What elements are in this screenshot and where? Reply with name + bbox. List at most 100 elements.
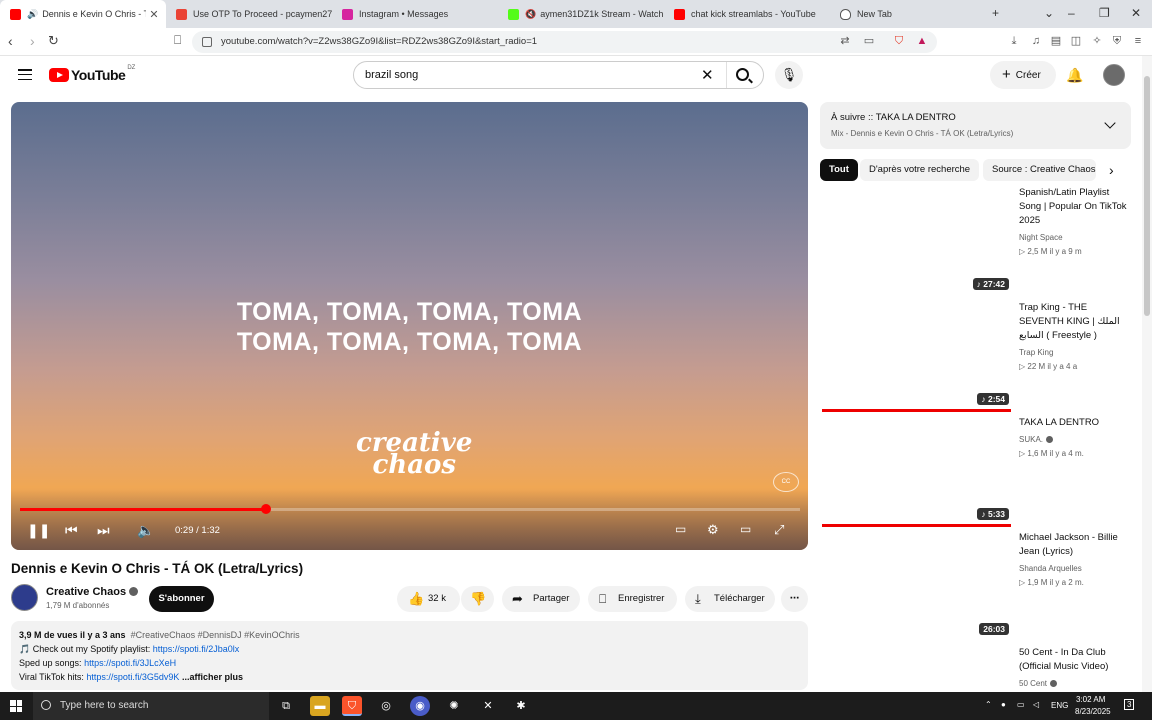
- rec-title[interactable]: Spanish/Latin Playlist Song | Popular On…: [1019, 186, 1131, 228]
- file-explorer-icon[interactable]: ▬: [310, 696, 330, 716]
- hashtags[interactable]: #CreativeChaos #DennisDJ #KevinOChris: [131, 630, 300, 640]
- progress-scrubber[interactable]: [260, 504, 271, 514]
- sidebar-toggle-icon[interactable]: ◫: [1070, 35, 1082, 47]
- language-indicator[interactable]: ENG: [1051, 701, 1068, 710]
- restore-icon[interactable]: ❐: [1099, 6, 1110, 20]
- taskbar-search-box[interactable]: Type here to search: [33, 692, 269, 720]
- chevron-right-icon[interactable]: ›: [1109, 162, 1114, 178]
- more-actions-icon[interactable]: ⋯: [781, 586, 808, 612]
- cast-icon[interactable]: ▭: [863, 35, 875, 47]
- bookmark-icon[interactable]: ⎕: [174, 33, 181, 48]
- new-tab-icon[interactable]: +: [992, 6, 999, 20]
- clock-time[interactable]: 3:02 AM: [1076, 695, 1105, 704]
- page-scrollbar[interactable]: [1142, 56, 1152, 692]
- voice-search-icon[interactable]: 🎙: [775, 61, 803, 89]
- close-window-icon[interactable]: ✕: [1131, 6, 1141, 20]
- video-thumbnail[interactable]: ♪ 2:54: [820, 301, 1011, 412]
- tab-youtube-video[interactable]: 🔊 Dennis e Kevin O Chris - TÁ ✕: [0, 0, 166, 28]
- notifications-bell-icon[interactable]: 🔔: [1066, 67, 1083, 84]
- capcut-icon[interactable]: ✕: [478, 696, 498, 716]
- discord-icon[interactable]: ◉: [410, 696, 430, 716]
- create-button[interactable]: + Créer: [990, 61, 1056, 89]
- steam-icon[interactable]: ◎: [376, 696, 396, 716]
- hamburger-menu-icon[interactable]: [18, 69, 32, 81]
- clock-date[interactable]: 8/23/2025: [1075, 707, 1111, 716]
- chevron-down-icon[interactable]: [1104, 117, 1116, 129]
- notification-center-icon[interactable]: 3: [1124, 699, 1135, 710]
- back-icon[interactable]: ‹: [8, 33, 13, 49]
- tab-new-tab[interactable]: New Tab: [830, 0, 980, 28]
- share-button[interactable]: ➦ Partager: [502, 586, 580, 612]
- subtitles-icon[interactable]: ▭: [675, 522, 686, 536]
- rec-channel[interactable]: SUKA.: [1019, 435, 1043, 444]
- video-thumbnail[interactable]: ♪ 27:42: [820, 186, 1011, 294]
- downloads-icon[interactable]: ⤓: [1008, 35, 1020, 47]
- clear-search-icon[interactable]: ✕: [701, 66, 714, 84]
- search-box[interactable]: brazil song ✕: [353, 61, 764, 89]
- url-bar[interactable]: youtube.com/watch?v=Z2ws38GZo9I&list=RDZ…: [192, 31, 937, 53]
- download-button[interactable]: ⤓ Télécharger: [685, 586, 775, 612]
- app-icon[interactable]: ✱: [511, 696, 531, 716]
- vpn-icon[interactable]: ⛨: [1111, 35, 1123, 47]
- reading-list-icon[interactable]: ▤: [1050, 35, 1062, 47]
- video-thumbnail[interactable]: [820, 646, 1011, 692]
- recommendation-item[interactable]: 50 Cent - In Da Club (Official Music Vid…: [820, 646, 1131, 692]
- rec-channel[interactable]: Trap King: [1019, 348, 1053, 357]
- rec-channel-row[interactable]: 50 Cent: [1019, 679, 1058, 688]
- forward-icon[interactable]: ›: [30, 33, 35, 49]
- youtube-logo[interactable]: YouTube DZ: [49, 65, 135, 83]
- fullscreen-icon[interactable]: ⤢: [774, 522, 784, 538]
- rec-title[interactable]: Trap King - THE SEVENTH KING | الملك الس…: [1019, 301, 1131, 343]
- progress-bar[interactable]: [20, 504, 800, 514]
- brave-browser-icon[interactable]: ⛉: [342, 696, 362, 716]
- windows-start-icon[interactable]: [10, 700, 22, 712]
- volume-icon[interactable]: 🔈: [137, 522, 154, 539]
- chip-from-source[interactable]: Source : Creative Chaos: [983, 159, 1096, 181]
- volume-tray-icon[interactable]: ◁: [1033, 700, 1039, 709]
- tiktok-hits-link[interactable]: https://spoti.fi/3G5dv9K: [86, 672, 179, 682]
- recommendation-item[interactable]: ♪ 5:33 TAKA LA DENTRO SUKA. ▷ 1,6 M il y…: [820, 416, 1131, 528]
- close-tab-icon[interactable]: ✕: [146, 8, 162, 21]
- scrollbar-thumb[interactable]: [1144, 76, 1150, 316]
- rec-channel[interactable]: 50 Cent: [1019, 679, 1047, 688]
- channel-name-row[interactable]: Creative Chaos: [46, 586, 139, 598]
- media-icon[interactable]: ♫: [1030, 35, 1042, 47]
- rec-channel[interactable]: Shanda Arquelles: [1019, 564, 1082, 573]
- recommendation-item[interactable]: ♪ 2:54 Trap King - THE SEVENTH KING | ال…: [820, 301, 1131, 413]
- brave-rewards-icon[interactable]: ▲: [916, 35, 928, 47]
- tab-search-icon[interactable]: ⌄: [1044, 6, 1054, 20]
- up-next-queue[interactable]: À suivre :: TAKA LA DENTRO Mix - Dennis …: [820, 102, 1131, 149]
- task-view-icon[interactable]: ⧉: [276, 696, 296, 716]
- video-thumbnail[interactable]: 26:03: [820, 531, 1011, 639]
- chip-from-search[interactable]: D'après votre recherche: [860, 159, 980, 181]
- tab-youtube-streamlabs[interactable]: chat kick streamlabs - YouTube: [664, 0, 830, 28]
- chip-all[interactable]: Tout: [820, 159, 858, 181]
- search-icon[interactable]: [736, 68, 749, 81]
- menu-icon[interactable]: ≡: [1132, 35, 1144, 47]
- spotify-playlist-link[interactable]: https://spoti.fi/2Jba0lx: [153, 644, 240, 654]
- theater-mode-icon[interactable]: ▭: [740, 522, 751, 536]
- previous-icon[interactable]: ⏮: [65, 522, 78, 539]
- site-info-icon[interactable]: [202, 37, 212, 47]
- account-avatar[interactable]: [1103, 64, 1125, 86]
- channel-avatar[interactable]: [11, 584, 38, 611]
- sped-up-link[interactable]: https://spoti.fi/3JLcXeH: [84, 658, 176, 668]
- settings-gear-icon[interactable]: ⚙: [707, 522, 719, 538]
- chatgpt-icon[interactable]: ✺: [444, 696, 464, 716]
- video-thumbnail[interactable]: ♪ 5:33: [820, 416, 1011, 527]
- tab-instagram[interactable]: Instagram • Messages: [332, 0, 498, 28]
- extensions-icon[interactable]: ✧: [1091, 35, 1103, 47]
- minimize-icon[interactable]: –: [1068, 6, 1075, 20]
- pause-icon[interactable]: ❚❚: [27, 522, 50, 539]
- description-box[interactable]: 3,9 M de vues il y a 3 ans #CreativeChao…: [11, 621, 808, 690]
- show-more-button[interactable]: ...afficher plus: [182, 672, 243, 682]
- channel-name[interactable]: Creative Chaos: [46, 586, 126, 598]
- network-icon[interactable]: ▭: [1017, 700, 1025, 709]
- video-player[interactable]: TOMA, TOMA, TOMA, TOMA TOMA, TOMA, TOMA,…: [11, 102, 808, 550]
- rec-title[interactable]: 50 Cent - In Da Club (Official Music Vid…: [1019, 646, 1131, 674]
- dislike-button[interactable]: 👎: [461, 586, 494, 612]
- rec-title[interactable]: Michael Jackson - Billie Jean (Lyrics): [1019, 531, 1131, 559]
- rec-channel-row[interactable]: SUKA.: [1019, 435, 1054, 444]
- like-button[interactable]: 👍 32 k: [397, 586, 460, 612]
- save-button[interactable]: ⎕ Enregistrer: [588, 586, 677, 612]
